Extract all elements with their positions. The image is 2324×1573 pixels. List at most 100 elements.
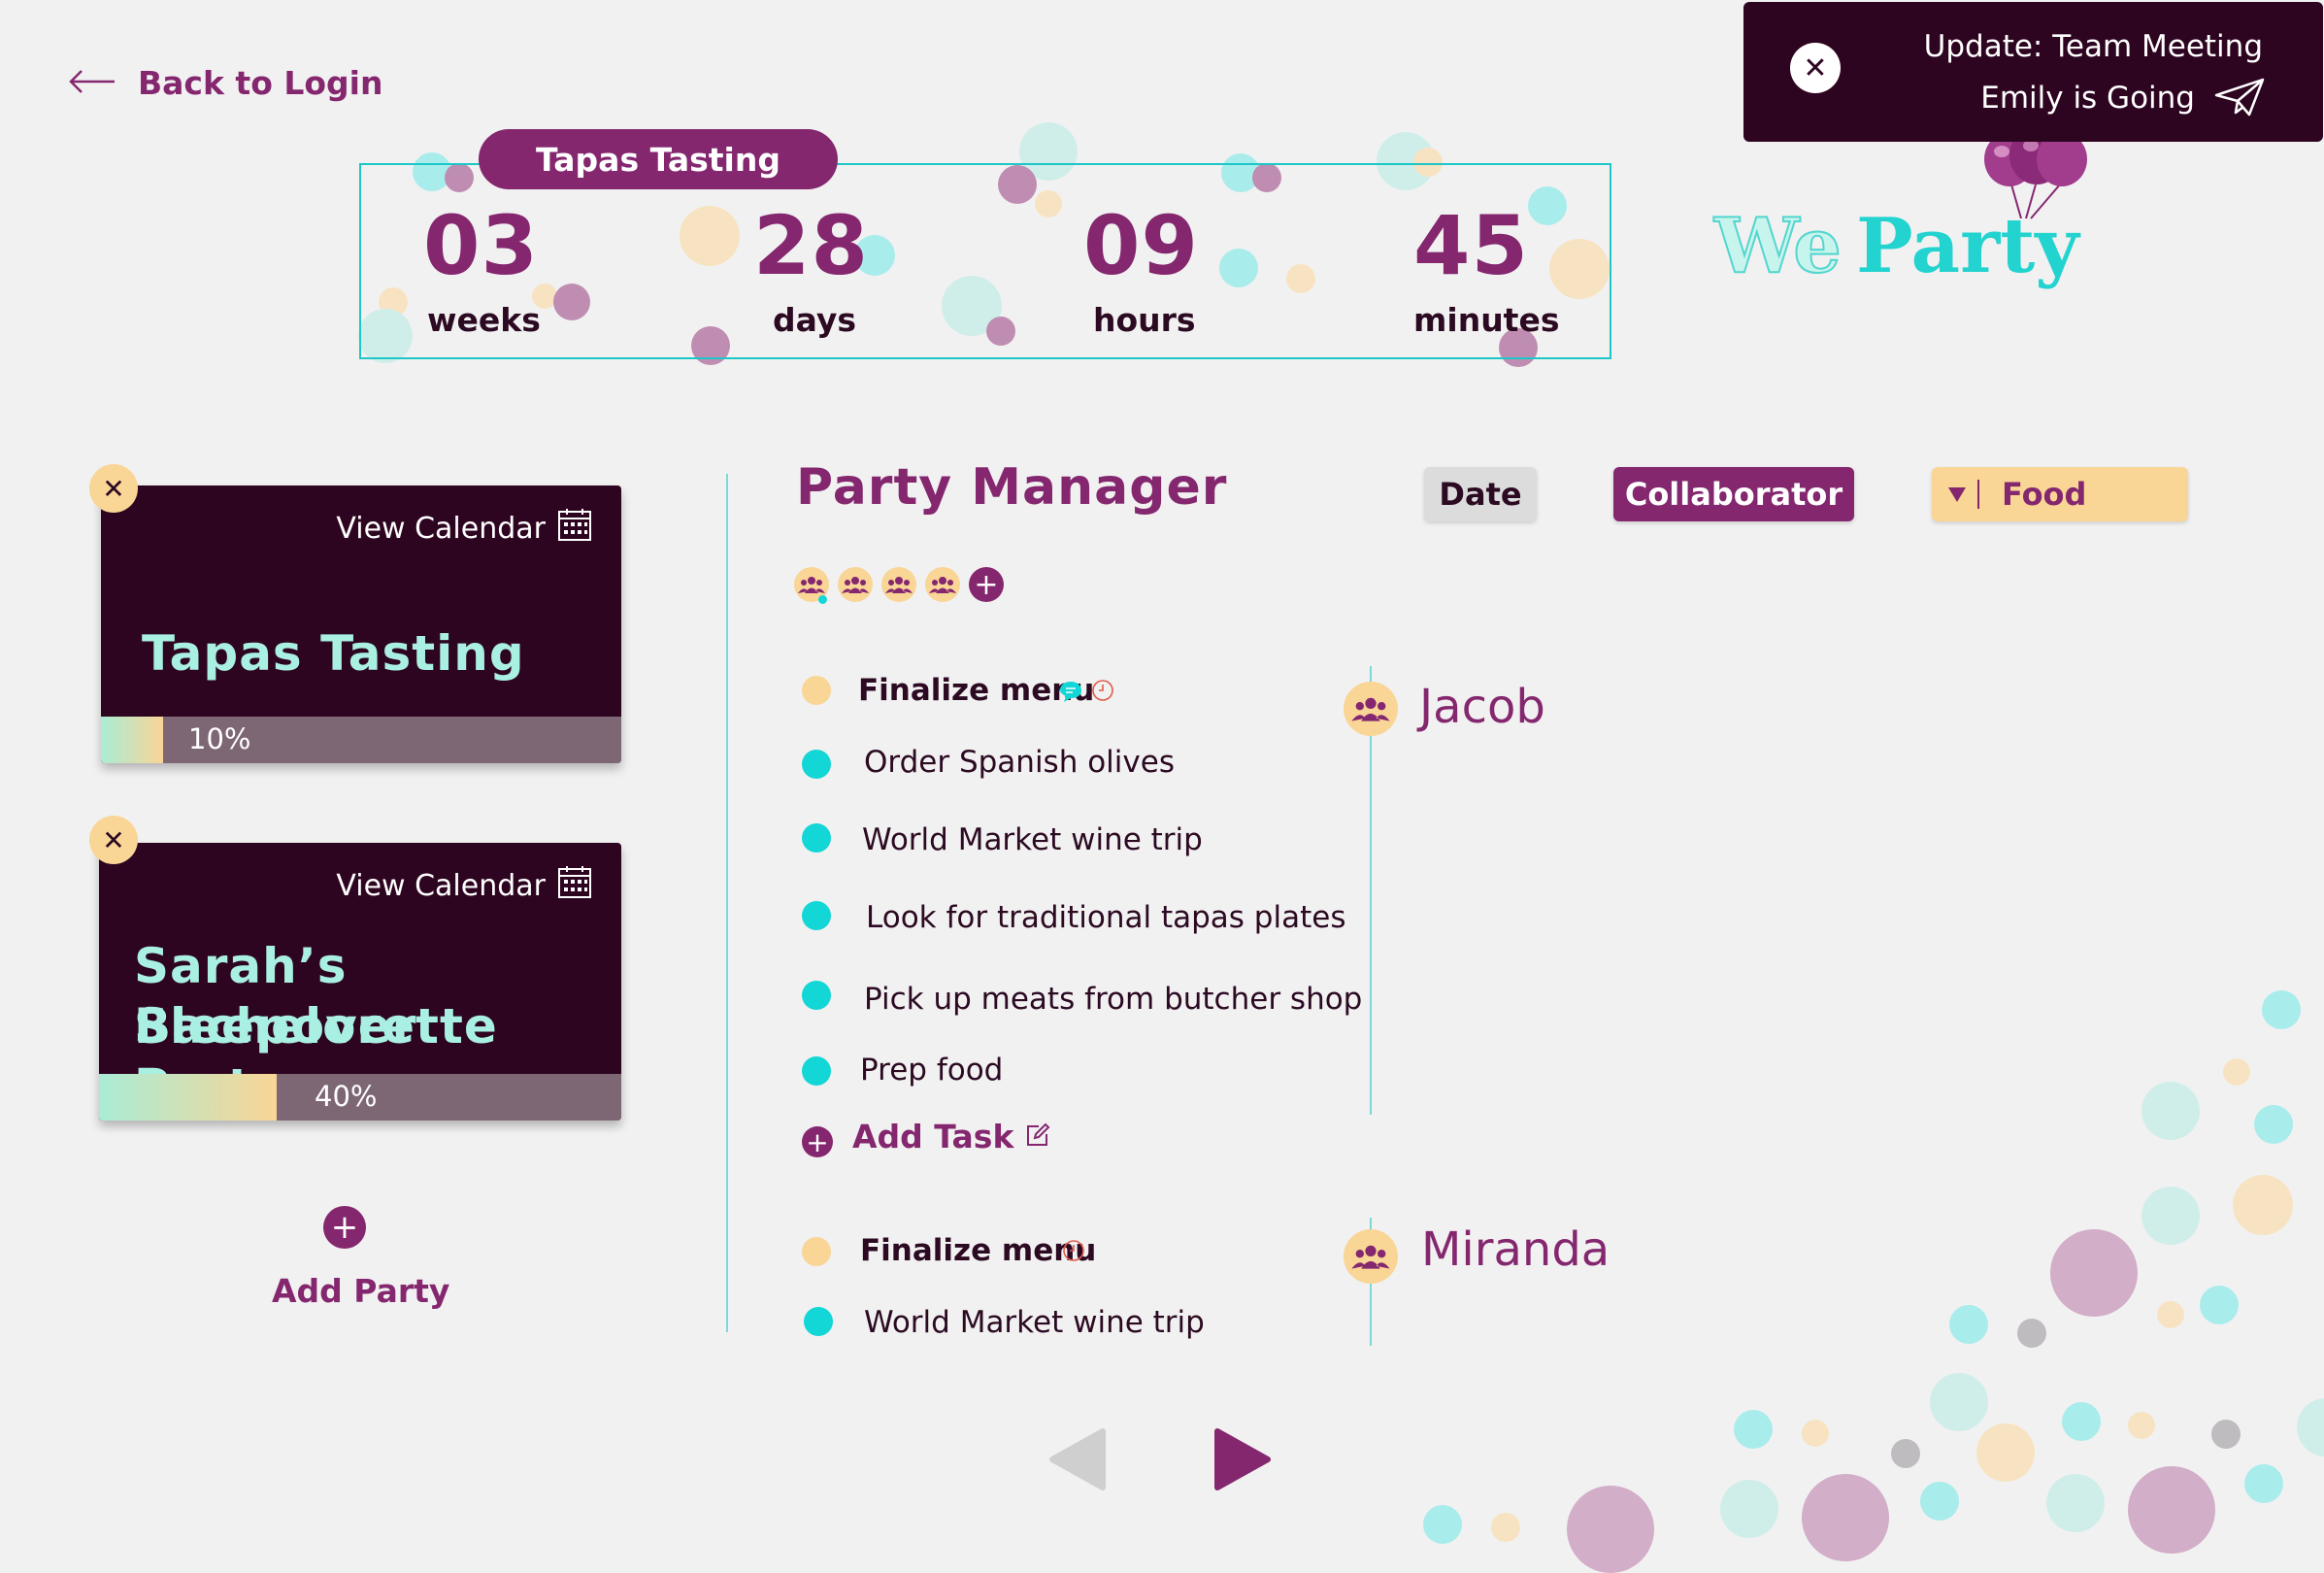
toast-title: Update: Team Meeting <box>1923 29 2263 64</box>
task-label[interactable]: Prep food <box>860 1053 1003 1088</box>
task-status-pending[interactable] <box>802 676 831 705</box>
collaborator-avatars: + <box>794 567 1004 604</box>
view-calendar-label: View Calendar <box>336 511 546 546</box>
confetti <box>2157 1301 2184 1328</box>
logo-party-text: Party <box>1856 202 2081 290</box>
task-label[interactable]: Pick up meats from butcher shop <box>864 982 1362 1017</box>
confetti <box>2297 1398 2324 1456</box>
countdown-days-label: days <box>773 301 857 339</box>
filter-date-button[interactable]: Date <box>1424 467 1537 521</box>
confetti <box>2244 1464 2283 1503</box>
progress-fill <box>101 717 164 763</box>
confetti <box>1802 1474 1889 1561</box>
progress-label: 10% <box>188 722 251 755</box>
comment-icon[interactable] <box>1058 680 1083 707</box>
filter-collaborator-button[interactable]: Collaborator <box>1613 467 1854 521</box>
confetti <box>1734 1410 1773 1449</box>
confetti <box>2233 1175 2293 1235</box>
notification-toast: ✕ Update: Team Meeting Emily is Going <box>1743 2 2323 142</box>
add-collaborator-button[interactable]: + <box>969 567 1004 602</box>
task-status-done[interactable] <box>804 1307 833 1336</box>
party-card-tapas[interactable]: View Calendar Tapas Tasting 10% <box>101 485 621 763</box>
clock-icon[interactable] <box>1091 679 1114 706</box>
dropdown-arrow-icon <box>1947 480 1980 509</box>
task-status-pending[interactable] <box>802 1237 831 1266</box>
countdown-days-value: 28 <box>753 198 869 293</box>
confetti <box>2017 1319 2046 1348</box>
confetti <box>1976 1423 2035 1482</box>
confetti <box>1891 1439 1920 1468</box>
countdown-event-name: Tapas Tasting <box>479 129 838 189</box>
clock-icon[interactable] <box>1062 1239 1085 1266</box>
filter-food-label: Food <box>2002 476 2087 513</box>
arrow-left-icon <box>68 69 116 98</box>
confetti <box>1567 1486 1654 1573</box>
confetti <box>2211 1420 2241 1449</box>
task-label[interactable]: World Market wine trip <box>864 1305 1205 1340</box>
back-to-login-label: Back to Login <box>138 64 383 102</box>
toast-close-button[interactable]: ✕ <box>1790 43 1841 93</box>
task-status-done[interactable] <box>802 981 831 1010</box>
confetti <box>2128 1466 2215 1554</box>
confetti <box>2254 1105 2293 1144</box>
party-card-sleepover[interactable]: View Calendar Sarah’s Sleepover Bachelor… <box>99 843 621 1121</box>
task-status-done[interactable] <box>802 823 831 853</box>
page-title: Party Manager <box>796 458 1228 517</box>
task-status-done[interactable] <box>802 901 831 930</box>
group-icon <box>1344 682 1398 736</box>
confetti <box>1949 1305 1988 1344</box>
progress-bar: 40% <box>99 1074 621 1121</box>
party-title: Tapas Tasting <box>142 625 525 682</box>
group-icon[interactable] <box>794 567 829 604</box>
view-calendar-link[interactable]: View Calendar <box>336 507 592 550</box>
countdown-weeks-label: weeks <box>427 301 541 339</box>
task-label[interactable]: Finalize menu <box>860 1233 1096 1268</box>
online-indicator-icon <box>818 595 827 604</box>
confetti <box>2050 1229 2138 1317</box>
collaborator-name: Miranda <box>1421 1222 1610 1277</box>
add-party-button[interactable]: + <box>323 1206 366 1249</box>
countdown-hours-label: hours <box>1093 301 1196 339</box>
confetti <box>1423 1505 1462 1544</box>
task-label[interactable]: World Market wine trip <box>862 822 1203 857</box>
countdown-weeks-value: 03 <box>423 198 539 293</box>
group-icon[interactable] <box>838 567 873 602</box>
weparty-logo: We Party <box>1710 126 2118 291</box>
logo-we-text: We <box>1713 202 1842 290</box>
filter-food-dropdown[interactable]: Food <box>1932 467 2188 521</box>
add-task-link[interactable]: Add Task <box>852 1118 1050 1155</box>
task-status-done[interactable] <box>802 1056 831 1086</box>
view-calendar-label: View Calendar <box>336 868 546 903</box>
confetti <box>2141 1187 2200 1245</box>
task-status-done[interactable] <box>802 750 831 779</box>
progress-fill <box>99 1074 277 1121</box>
group-icon[interactable] <box>881 567 916 602</box>
add-party-label[interactable]: Add Party <box>272 1272 449 1310</box>
calendar-icon <box>557 507 592 550</box>
task-label[interactable]: Look for traditional tapas plates <box>866 900 1345 935</box>
next-page-icon[interactable] <box>1213 1427 1274 1495</box>
task-label[interactable]: Order Spanish olives <box>864 745 1175 780</box>
countdown-minutes-value: 45 <box>1413 198 1529 293</box>
remove-party-button[interactable]: ✕ <box>89 464 138 513</box>
remove-party-button[interactable]: ✕ <box>89 816 138 864</box>
countdown-minutes-label: minutes <box>1413 301 1560 339</box>
toast-message: Emily is Going <box>1980 81 2195 116</box>
view-calendar-link[interactable]: View Calendar <box>336 864 592 907</box>
confetti <box>2141 1082 2200 1140</box>
previous-page-icon[interactable] <box>1046 1427 1107 1495</box>
confetti <box>1930 1373 1988 1431</box>
back-to-login-link[interactable]: Back to Login <box>68 64 382 102</box>
progress-label: 40% <box>315 1080 378 1113</box>
confetti <box>2046 1474 2105 1532</box>
progress-bar: 10% <box>101 717 621 763</box>
add-task-label: Add Task <box>852 1118 1014 1155</box>
group-icon <box>1344 1229 1398 1284</box>
group-icon[interactable] <box>925 567 960 602</box>
confetti <box>2062 1402 2101 1441</box>
add-task-button[interactable]: + <box>802 1126 833 1158</box>
send-icon[interactable] <box>2214 78 2265 120</box>
column-divider <box>726 474 728 1332</box>
edit-icon <box>1025 1118 1050 1155</box>
confetti <box>2223 1058 2250 1086</box>
